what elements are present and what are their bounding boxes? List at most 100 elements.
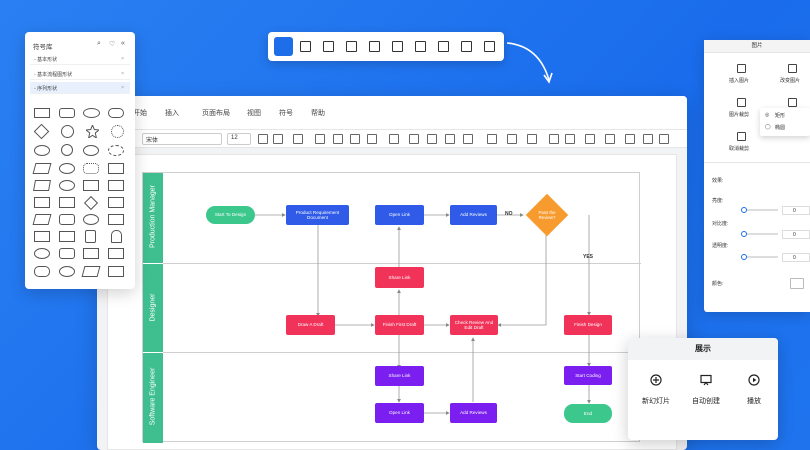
font-select[interactable]: 宋体 xyxy=(142,133,222,145)
close-icon[interactable]: × xyxy=(121,56,124,62)
shape-circle-2[interactable] xyxy=(61,144,73,156)
lock-icon[interactable] xyxy=(625,134,635,144)
library-category-flowchart[interactable]: ◦ 基本流程图形状 × xyxy=(30,68,130,80)
fullscreen-icon[interactable] xyxy=(484,41,495,52)
shape-callout[interactable] xyxy=(108,163,124,174)
shape-callout-2[interactable] xyxy=(108,197,124,208)
insert-image-icon[interactable] xyxy=(737,64,746,73)
search-icon[interactable]: ⌕ xyxy=(97,40,101,48)
connector-icon[interactable] xyxy=(333,134,343,144)
library-category-basic[interactable]: ◦ 基本形状 × xyxy=(30,53,130,65)
node-product-requirement[interactable]: Product Requirement Document xyxy=(286,205,349,225)
text-box-icon[interactable] xyxy=(427,134,437,144)
node-open-link[interactable]: Open Link xyxy=(375,205,424,225)
swimlane-diagram[interactable]: Production Manager Designer Software Eng… xyxy=(142,172,641,443)
search-icon[interactable] xyxy=(549,134,559,144)
new-slide-button[interactable]: 新幻灯片 xyxy=(636,370,676,416)
shape-rounded-2[interactable] xyxy=(59,214,75,225)
shape-parallelogram[interactable] xyxy=(32,214,52,225)
node-open-link-2[interactable]: Open Link xyxy=(375,403,424,423)
font-shrink-icon[interactable] xyxy=(273,134,283,144)
shape-wave-2[interactable] xyxy=(33,180,51,191)
crop-image-button[interactable]: 图片裁剪 xyxy=(729,111,749,118)
shape-speech[interactable] xyxy=(108,180,124,191)
shape-rect-5[interactable] xyxy=(34,231,50,242)
layers-icon[interactable] xyxy=(346,41,357,52)
node-share-link-2[interactable]: Share Link xyxy=(375,366,424,386)
shape-ellipse-5[interactable] xyxy=(83,214,99,225)
image-icon[interactable] xyxy=(323,41,334,52)
line-style-icon[interactable] xyxy=(585,134,595,144)
shape-star[interactable] xyxy=(84,123,101,140)
brightness-input[interactable]: 0 xyxy=(782,206,810,215)
library-category-sequence[interactable]: ◦ 序列形状 × xyxy=(30,82,130,94)
shape-icon[interactable] xyxy=(293,134,303,144)
image-icon[interactable] xyxy=(409,134,419,144)
node-share-link[interactable]: Share Link xyxy=(375,267,424,288)
node-start-coding[interactable]: Start Coding xyxy=(564,366,612,385)
node-check-review[interactable]: Check Review And Edit Draft xyxy=(450,315,498,335)
shape-rect-8[interactable] xyxy=(108,248,124,259)
shape-seal[interactable] xyxy=(111,125,124,138)
text-icon[interactable] xyxy=(350,134,360,144)
style-icon[interactable] xyxy=(507,134,517,144)
shape-ellipse-2[interactable] xyxy=(83,145,99,156)
collapse-icon[interactable]: « xyxy=(121,40,125,47)
menu-layout[interactable]: 页面布局 xyxy=(202,108,230,118)
align-icon[interactable] xyxy=(461,41,472,52)
shape-diamond[interactable] xyxy=(33,123,50,140)
rect-icon[interactable] xyxy=(315,134,325,144)
node-draw-draft[interactable]: Draw A Draft xyxy=(286,315,335,335)
replace-image-icon[interactable] xyxy=(788,64,797,73)
shape-image-icon[interactable] xyxy=(788,98,797,107)
fill-icon[interactable] xyxy=(274,37,293,56)
pen-icon[interactable] xyxy=(565,134,575,144)
node-finish-design[interactable]: Finish Design xyxy=(564,315,612,335)
shape-rect-9[interactable] xyxy=(108,266,124,277)
shape-diamond-2[interactable] xyxy=(83,195,99,211)
shape-rect-6[interactable] xyxy=(59,231,75,242)
line-icon[interactable] xyxy=(463,134,473,144)
node-add-reviews-2[interactable]: Add Reviews xyxy=(450,403,497,423)
font-grow-icon[interactable] xyxy=(258,134,268,144)
chart-icon[interactable] xyxy=(392,41,403,52)
insert-image-button[interactable]: 插入图片 xyxy=(729,77,749,84)
color-picker-icon[interactable] xyxy=(790,278,804,289)
transparency-input[interactable]: 0 xyxy=(782,253,810,262)
reset-crop-button[interactable]: 取消裁剪 xyxy=(729,145,749,152)
org-icon[interactable] xyxy=(438,41,449,52)
crop-icon[interactable] xyxy=(527,134,537,144)
shape-note[interactable] xyxy=(83,180,99,191)
shape-ellipse-3[interactable] xyxy=(59,163,75,174)
menu-view[interactable]: 视图 xyxy=(247,108,261,118)
shape-circle[interactable] xyxy=(61,125,74,138)
pointer-icon[interactable] xyxy=(367,134,377,144)
contrast-input[interactable]: 0 xyxy=(782,230,810,239)
shape-rect-4[interactable] xyxy=(108,214,124,225)
grid-icon[interactable] xyxy=(300,41,311,52)
shape-rect-3[interactable] xyxy=(59,197,75,208)
font-size-select[interactable]: 12 xyxy=(227,133,251,145)
menu-insert[interactable]: 插入 xyxy=(165,108,179,118)
shape-terminator[interactable] xyxy=(108,108,124,118)
more-icon[interactable] xyxy=(659,134,669,144)
page-icon[interactable] xyxy=(369,41,380,52)
menu-symbol[interactable]: 符号 xyxy=(279,108,293,118)
shape-ellipse[interactable] xyxy=(83,108,100,118)
shape-rect-2[interactable] xyxy=(34,197,50,208)
reset-crop-icon[interactable] xyxy=(737,132,746,141)
shape-rect-7[interactable] xyxy=(83,248,99,259)
close-icon[interactable]: × xyxy=(121,71,124,77)
shape-terminator-2[interactable] xyxy=(34,266,50,277)
replace-image-button[interactable]: 改变图片 xyxy=(780,77,800,84)
auto-create-button[interactable]: 自动创建 xyxy=(686,370,726,416)
shape-oval[interactable] xyxy=(34,145,50,156)
shape-cylinder[interactable] xyxy=(59,266,75,277)
shape-burst[interactable] xyxy=(83,163,99,174)
node-finish-first-draft[interactable]: Finish First Draft xyxy=(375,315,424,335)
menu-help[interactable]: 帮助 xyxy=(311,108,325,118)
shape-rounded-3[interactable] xyxy=(59,248,75,259)
node-end[interactable]: End xyxy=(564,404,612,423)
play-button[interactable]: 播放 xyxy=(734,370,774,416)
warning-icon[interactable] xyxy=(445,134,455,144)
